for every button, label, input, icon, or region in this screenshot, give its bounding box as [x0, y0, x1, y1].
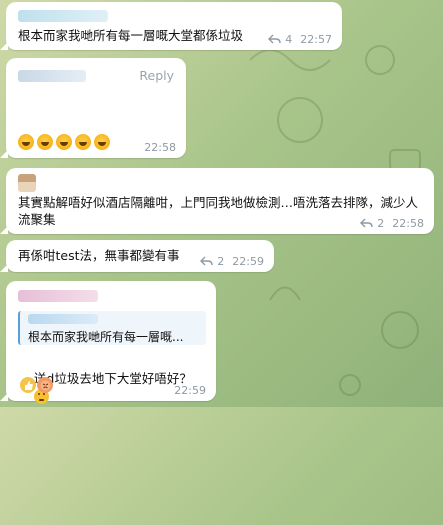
- sender-avatar: [18, 174, 36, 192]
- message-text: 根本而家我哋所有每一層嘅大堂都係垃圾: [18, 28, 244, 43]
- message-bubble-4[interactable]: 再係咁test法，無事都變有事 2 22:59: [0, 240, 274, 272]
- laughing-face-emoji: [37, 133, 53, 150]
- laughing-face-emoji: [18, 133, 34, 150]
- quoted-message[interactable]: 根本而家我哋所有每一層嘅...: [18, 311, 206, 345]
- message-time: 22:57: [300, 33, 332, 46]
- sender-name-blurred: [18, 290, 98, 302]
- quoted-text: 根本而家我哋所有每一層嘅...: [28, 330, 184, 344]
- emoji-row: [18, 131, 113, 150]
- reply-arrow-icon[interactable]: [200, 256, 213, 267]
- message-time: 22:58: [144, 141, 176, 154]
- message-time: 22:59: [174, 384, 206, 397]
- message-meta: 22:58: [144, 141, 176, 154]
- laughing-face-emoji: [75, 133, 91, 150]
- reactions-row: [20, 377, 53, 393]
- message-meta: 4 22:57: [268, 33, 332, 46]
- message-bubble-5[interactable]: 根本而家我哋所有每一層嘅... 送d垃圾去地下大堂好唔好？ 22:59: [0, 281, 216, 404]
- message-meta: 2 22:58: [360, 217, 424, 230]
- quoted-sender-blurred: [28, 314, 98, 324]
- laughing-face-emoji: [94, 133, 110, 150]
- reply-count[interactable]: 2: [377, 217, 384, 230]
- message-bubble-3[interactable]: 其實點解唔好似酒店隔離咁，上門同我地做檢測…唔洗落去排隊，減少人流聚集 2 22…: [0, 168, 434, 234]
- message-time: 22:58: [392, 217, 424, 230]
- message-meta: 22:59: [174, 384, 206, 397]
- message-time: 22:59: [232, 255, 264, 268]
- message-text: 再係咁test法，無事都變有事: [18, 248, 180, 263]
- message-bubble-1[interactable]: 根本而家我哋所有每一層嘅大堂都係垃圾 4 22:57: [0, 2, 342, 50]
- laughing-face-emoji: [56, 133, 72, 150]
- reply-count[interactable]: 4: [285, 33, 292, 46]
- thumbs-up-emoji[interactable]: [20, 377, 36, 393]
- reply-count[interactable]: 2: [217, 255, 224, 268]
- reply-arrow-icon[interactable]: [268, 34, 281, 45]
- angry-face-emoji[interactable]: [37, 377, 53, 393]
- message-bubble-2[interactable]: Reply 22:58: [0, 58, 186, 158]
- message-text-content: 送d垃圾去地下大堂好唔好？: [33, 371, 192, 386]
- message-meta: 2 22:59: [200, 255, 264, 268]
- reply-link[interactable]: Reply: [139, 68, 174, 83]
- reply-arrow-icon[interactable]: [360, 218, 373, 229]
- sender-name-blurred: [18, 10, 108, 22]
- sender-name-blurred: [18, 70, 86, 82]
